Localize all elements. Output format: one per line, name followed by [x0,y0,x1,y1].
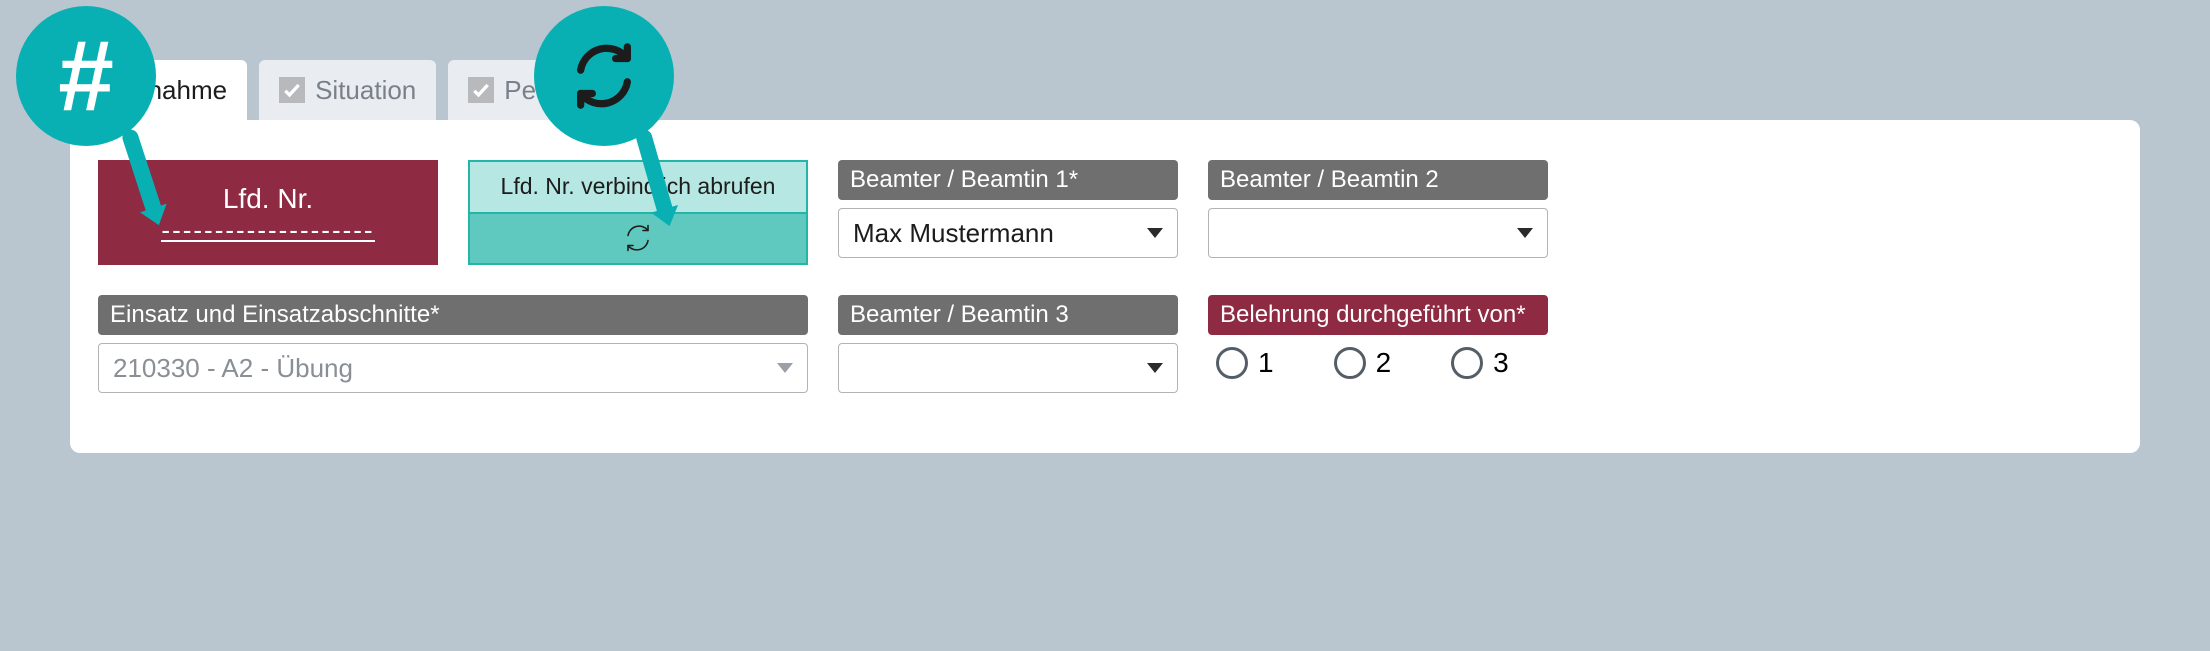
officer1-select[interactable]: Max Mustermann [838,208,1178,258]
radio-icon [1451,347,1483,379]
tab-label: Situation [315,75,416,106]
callout-sync-bubble [534,6,674,146]
tabs-row: bernahme Situation Person [90,60,2140,120]
radio-label: 3 [1493,347,1509,379]
instruction-radio-3[interactable]: 3 [1451,347,1509,379]
lfdnr-fetch-stack: Lfd. Nr. verbindlich abrufen [468,160,808,265]
checkbox-checked-icon [468,77,494,103]
field-instruction: Belehrung durchgeführt von* 1 2 3 [1208,295,1548,379]
radio-icon [1216,347,1248,379]
field-label: Einsatz und Einsatzabschnitte* [98,295,808,335]
refresh-icon [623,223,653,253]
instruction-radio-1[interactable]: 1 [1216,347,1274,379]
mission-select[interactable]: 210330 - A2 - Übung [98,343,808,393]
field-label: Beamter / Beamtin 3 [838,295,1178,335]
form-panel: Lfd. Nr. -------------------- Lfd. Nr. v… [70,120,2140,453]
field-label: Beamter / Beamtin 1* [838,160,1178,200]
field-label: Belehrung durchgeführt von* [1208,295,1548,335]
radio-icon [1334,347,1366,379]
lfdnr-title: Lfd. Nr. [223,183,313,215]
field-officer1: Beamter / Beamtin 1* Max Mustermann [838,160,1178,258]
officer3-select[interactable] [838,343,1178,393]
refresh-lfdnr-button[interactable] [468,214,808,266]
lfdnr-value: -------------------- [161,221,374,241]
radio-label: 2 [1376,347,1392,379]
button-label: Lfd. Nr. verbindlich abrufen [501,173,776,200]
officer2-select[interactable] [1208,208,1548,258]
field-officer3: Beamter / Beamtin 3 [838,295,1178,393]
refresh-icon [569,41,639,111]
chevron-down-icon [1147,363,1163,373]
chevron-down-icon [777,363,793,373]
field-mission: Einsatz und Einsatzabschnitte* 210330 - … [98,295,808,393]
hash-icon: # [58,26,114,126]
instruction-radio-group: 1 2 3 [1208,347,1548,379]
callout-hash-bubble: # [16,6,156,146]
select-value: 210330 - A2 - Übung [113,353,353,384]
instruction-radio-2[interactable]: 2 [1334,347,1392,379]
checkbox-checked-icon [279,77,305,103]
select-value: Max Mustermann [853,218,1054,249]
field-label: Beamter / Beamtin 2 [1208,160,1548,200]
field-officer2: Beamter / Beamtin 2 [1208,160,1548,258]
fetch-lfdnr-button[interactable]: Lfd. Nr. verbindlich abrufen [468,160,808,214]
chevron-down-icon [1517,228,1533,238]
chevron-down-icon [1147,228,1163,238]
tab-situation[interactable]: Situation [259,60,436,120]
radio-label: 1 [1258,347,1274,379]
